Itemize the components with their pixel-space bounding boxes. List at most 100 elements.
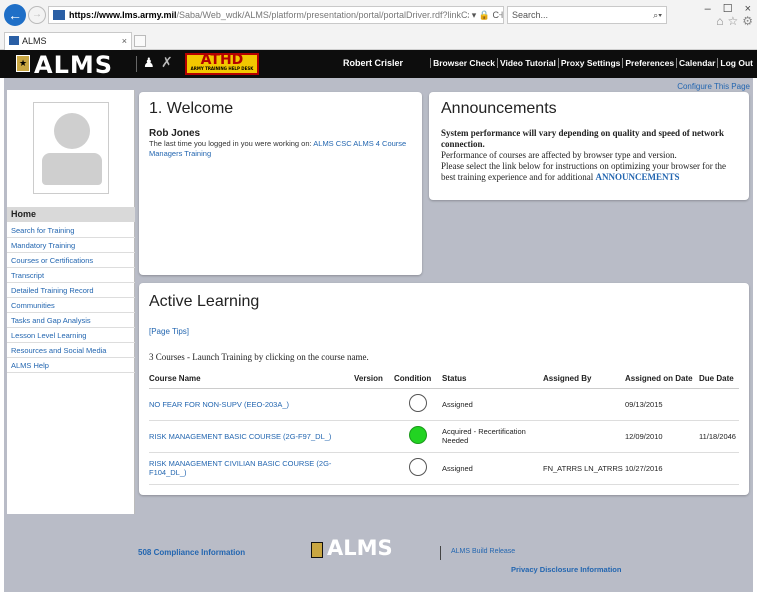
army-star-logo-icon: ★ xyxy=(16,55,30,72)
course-assigned-on: 09/13/2015 xyxy=(625,388,699,421)
address-bar[interactable]: https://www.lms.army.mil/Saba/Web_wdk/AL… xyxy=(48,6,504,24)
course-status: Assigned xyxy=(442,388,543,421)
browser-chrome: ← → https://www.lms.army.mil/Saba/Web_wd… xyxy=(0,0,757,50)
favorites-star-icon[interactable]: ☆ xyxy=(727,14,738,28)
condition-cell xyxy=(394,452,442,485)
course-due-date xyxy=(699,452,739,485)
proxy-settings-link[interactable]: Proxy Settings xyxy=(557,58,623,68)
announcements-link[interactable]: ANNOUNCEMENTS xyxy=(595,172,679,182)
active-learning-title: Active Learning xyxy=(149,293,260,310)
course-assigned-by xyxy=(543,420,625,453)
browser-check-link[interactable]: Browser Check xyxy=(430,58,497,68)
tab-close-icon[interactable]: × xyxy=(122,33,127,49)
course-assigned-on: 12/09/2010 xyxy=(625,420,699,453)
sidebar-item-courses-or-certifications[interactable]: Courses or Certifications xyxy=(7,253,135,268)
new-tab-button[interactable] xyxy=(134,35,146,47)
course-assigned-by: FN_ATRRS LN_ATRRS xyxy=(543,452,625,485)
welcome-title: 1. Welcome xyxy=(149,100,234,117)
course-name-link[interactable]: RISK MANAGEMENT BASIC COURSE (2G-F97_DL_… xyxy=(149,420,354,453)
course-name-link[interactable]: NO FEAR FOR NON-SUPV (EEO-203A_) xyxy=(149,388,354,421)
home-icon[interactable]: ⌂ xyxy=(716,14,723,28)
browser-tab[interactable]: ALMS × xyxy=(4,32,132,50)
forward-button[interactable]: → xyxy=(28,6,46,24)
sidebar-item-lesson-level-learning[interactable]: Lesson Level Learning xyxy=(7,328,135,343)
athd-subtext: ARMY TRAINING HELP DESK xyxy=(190,66,254,71)
condition-empty-circle-icon xyxy=(409,394,427,412)
url-host: https://www.lms.army.mil xyxy=(69,10,177,20)
alms-logo[interactable]: ALMS xyxy=(34,51,113,79)
sidebar-item-search-for-training[interactable]: Search for Training xyxy=(7,223,135,238)
video-tutorial-link[interactable]: Video Tutorial xyxy=(496,58,558,68)
header-divider xyxy=(136,56,137,72)
col-condition: Condition xyxy=(394,371,442,389)
url-path: /Saba/Web_wdk/ALMS/platform/presentation… xyxy=(176,10,504,20)
user-name: Robert Crisler xyxy=(343,58,404,68)
settings-gear-icon[interactable]: ⚙ xyxy=(742,14,753,28)
site-favicon-icon xyxy=(53,10,65,20)
preferences-link[interactable]: Preferences xyxy=(622,58,677,68)
last-login-prefix: The last time you logged in you were wor… xyxy=(149,139,314,148)
sidebar-item-mandatory-training[interactable]: Mandatory Training xyxy=(7,238,135,253)
announcements-card: Announcements System performance will va… xyxy=(429,92,749,200)
tools-icon[interactable]: ✗ xyxy=(161,54,173,71)
course-assigned-on: 10/27/2016 xyxy=(625,452,699,485)
course-name-link[interactable]: RISK MANAGEMENT CIVILIAN BASIC COURSE (2… xyxy=(149,452,354,485)
avatar xyxy=(33,102,109,194)
sidebar-item-communities[interactable]: Communities xyxy=(7,298,135,313)
course-version xyxy=(354,420,394,453)
minimize-button[interactable]: – xyxy=(705,3,711,15)
course-version xyxy=(354,388,394,421)
sidebar-item-home[interactable]: Home xyxy=(7,207,135,222)
header-links: Browser Check Video Tutorial Proxy Setting… xyxy=(430,58,755,68)
table-header-row: Course Name Version Condition Status Ass… xyxy=(149,371,739,389)
course-status: Assigned xyxy=(442,452,543,485)
search-placeholder: Search... xyxy=(512,10,549,20)
footer-star-icon xyxy=(311,542,323,558)
calendar-link[interactable]: Calendar xyxy=(676,58,718,68)
configure-page-link[interactable]: Configure This Page xyxy=(677,82,750,91)
log-out-link[interactable]: Log Out xyxy=(717,58,755,68)
active-learning-card: Active Learning [Page Tips] 3 Courses - … xyxy=(139,283,749,495)
course-version xyxy=(354,452,394,485)
announcement-headline: System performance will vary depending o… xyxy=(441,128,725,149)
browser-toolbar-icons: ⌂ ☆ ⚙ xyxy=(712,14,753,28)
sidebar-item-detailed-training-record[interactable]: Detailed Training Record xyxy=(7,283,135,298)
profile-icon[interactable]: ♟ xyxy=(143,55,155,71)
build-release-link[interactable]: ALMS Build Release xyxy=(451,548,515,555)
welcome-user-name: Rob Jones xyxy=(149,128,201,139)
tab-title: ALMS xyxy=(22,36,47,46)
page-body: Configure This Page Home Search for Trai… xyxy=(4,78,753,592)
page-tips-link[interactable]: [Page Tips] xyxy=(149,327,189,336)
compliance-link[interactable]: 508 Compliance Information xyxy=(138,548,245,557)
search-icon[interactable]: ⌕▾ xyxy=(653,7,662,23)
sidebar: Home Search for Training Mandatory Train… xyxy=(7,90,135,514)
condition-empty-circle-icon xyxy=(409,458,427,476)
sidebar-nav: Search for Training Mandatory Training C… xyxy=(7,223,135,373)
col-version: Version xyxy=(354,371,394,389)
back-button[interactable]: ← xyxy=(4,4,26,26)
sidebar-item-tasks-and-gap-analysis[interactable]: Tasks and Gap Analysis xyxy=(7,313,135,328)
athd-help-desk-logo[interactable]: ATHD ARMY TRAINING HELP DESK xyxy=(185,53,259,75)
browser-search-input[interactable]: Search... ⌕▾ xyxy=(507,6,667,24)
table-row: RISK MANAGEMENT CIVILIAN BASIC COURSE (2… xyxy=(149,452,739,485)
sidebar-item-transcript[interactable]: Transcript xyxy=(7,268,135,283)
courses-table: Course Name Version Condition Status Ass… xyxy=(149,371,739,485)
course-due-date xyxy=(699,388,739,421)
announcement-line-2: Please select the link below for instruc… xyxy=(441,161,737,183)
table-row: RISK MANAGEMENT BASIC COURSE (2G-F97_DL_… xyxy=(149,420,739,453)
address-controls[interactable]: ▾ 🔒 C xyxy=(468,7,499,23)
course-assigned-by xyxy=(543,388,625,421)
announcement-line-2-text: Please select the link below for instruc… xyxy=(441,161,726,182)
col-course-name: Course Name xyxy=(149,371,354,389)
privacy-link[interactable]: Privacy Disclosure Information xyxy=(511,565,621,574)
site-header: ★ ALMS ♟ ✗ ATHD ARMY TRAINING HELP DESK … xyxy=(0,50,757,79)
announcements-title: Announcements xyxy=(441,100,557,117)
sidebar-item-resources-and-social-media[interactable]: Resources and Social Media xyxy=(7,343,135,358)
sidebar-item-alms-help[interactable]: ALMS Help xyxy=(7,358,135,373)
footer-divider xyxy=(440,546,441,560)
course-due-date: 11/18/2046 xyxy=(699,420,739,453)
course-status: Acquired - Recertification Needed xyxy=(442,420,543,453)
announcement-line-1: Performance of courses are affected by b… xyxy=(441,150,677,160)
tab-favicon-icon xyxy=(9,36,19,45)
condition-cell xyxy=(394,420,442,453)
